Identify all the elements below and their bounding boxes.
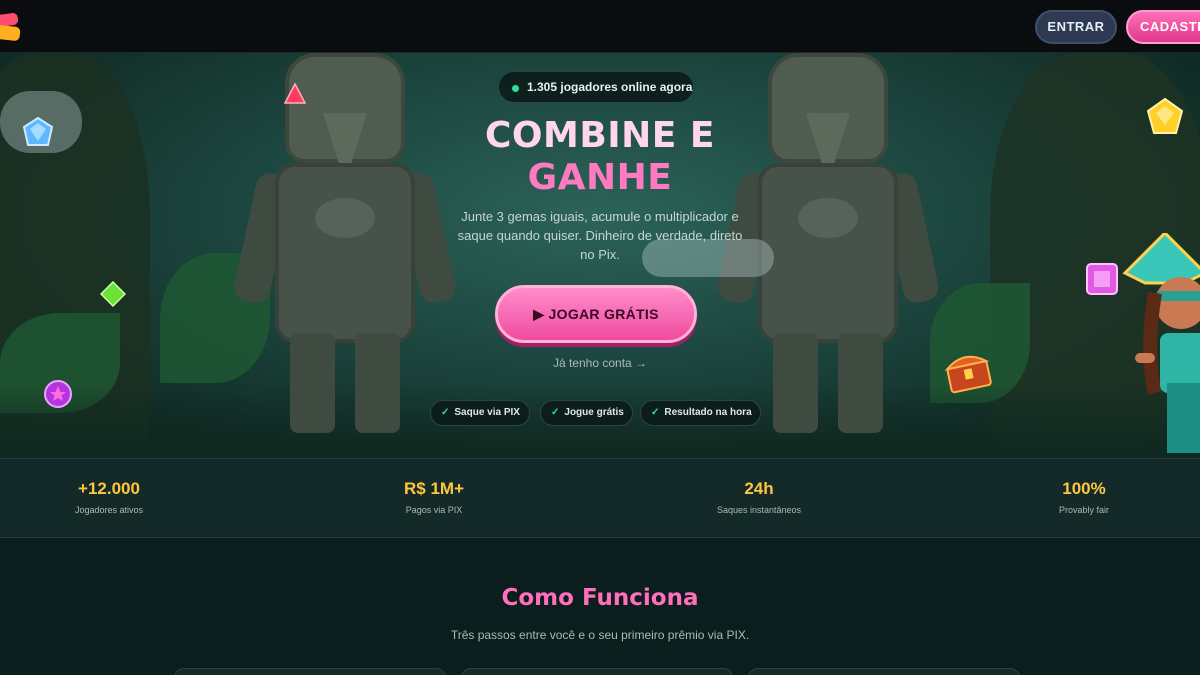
stat-withdrawals: 24h Saques instantâneos: [679, 479, 839, 515]
logo[interactable]: [0, 12, 22, 42]
online-players-text: 1.305 jogadores online agora: [527, 80, 693, 94]
badge-label: Jogue grátis: [564, 407, 624, 418]
stat-value: 100%: [1062, 479, 1106, 498]
stat-paid: R$ 1M+ Pagos via PIX: [354, 479, 514, 515]
stat-fair: 100% Provably fair: [1004, 479, 1164, 515]
badge-saque-pix: ✓ Saque via PIX: [430, 400, 530, 426]
stat-label: Saques instantâneos: [716, 505, 802, 515]
treasure-chest-icon: [944, 355, 992, 394]
stat-label: Jogadores ativos: [74, 505, 144, 515]
online-status-dot: [512, 85, 519, 92]
hero-subtitle: Junte 3 gemas iguais, acumule o multipli…: [457, 209, 743, 262]
section-title: Como Funciona: [501, 585, 699, 611]
hero-title-line1: COMBINE E: [484, 115, 716, 156]
check-icon: ✓: [651, 407, 660, 418]
badge-resultado-hora: ✓ Resultado na hora: [640, 400, 761, 426]
badge-jogue-gratis: ✓ Jogue grátis: [540, 400, 633, 426]
blue-gem-icon: [22, 117, 54, 146]
aztec-character-illustration: [1122, 233, 1200, 453]
hero-title: COMBINE E GANHE: [400, 115, 800, 199]
login-button[interactable]: ENTRAR: [1035, 10, 1117, 44]
feature-badges: ✓ Saque via PIX ✓ Jogue grátis ✓ Resultado …: [430, 400, 770, 426]
stat-players: +12.000 Jogadores ativos: [29, 479, 189, 515]
hero-section: 1.305 jogadores online agora COMBINE E G…: [0, 53, 1200, 458]
stat-value: R$ 1M+: [404, 479, 464, 498]
stats-bar: +12.000 Jogadores ativos R$ 1M+ Pagos vi…: [0, 458, 1200, 538]
stat-label: Provably fair: [1058, 505, 1110, 515]
section-subtitle: Três passos entre você e o seu primeiro …: [450, 628, 750, 642]
purple-star-gem-icon: [44, 380, 72, 408]
existing-account-link[interactable]: Já tenho conta →: [500, 356, 700, 370]
online-players-pill: 1.305 jogadores online agora: [498, 71, 694, 103]
stat-label: Pagos via PIX: [405, 505, 463, 515]
hero-title-line2: GANHE: [527, 157, 673, 198]
check-icon: ✓: [441, 407, 450, 418]
step-card: [174, 668, 446, 675]
green-gem-icon: [100, 281, 126, 307]
play-free-button[interactable]: ▶ JOGAR GRÁTIS: [495, 285, 697, 343]
red-gem-icon: [284, 83, 306, 104]
step-card: [748, 668, 1020, 675]
statue-left: [231, 53, 459, 443]
badge-label: Resultado na hora: [664, 407, 752, 418]
badge-label: Saque via PIX: [454, 407, 520, 418]
stat-value: +12.000: [78, 479, 140, 498]
check-icon: ✓: [551, 407, 560, 418]
stat-value: 24h: [744, 479, 774, 498]
signup-button[interactable]: CADASTR: [1126, 10, 1200, 44]
how-it-works-section: Como Funciona Três passos entre você e o…: [0, 539, 1200, 675]
yellow-gem-icon: [1146, 97, 1184, 134]
step-card: [461, 668, 733, 675]
top-bar: ENTRAR CADASTR: [0, 0, 1200, 53]
